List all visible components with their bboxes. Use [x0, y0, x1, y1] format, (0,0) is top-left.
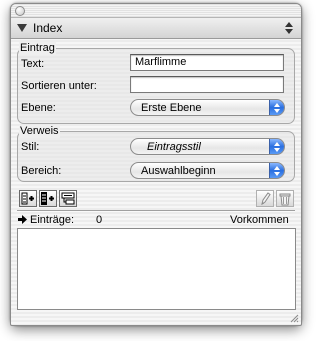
level-label: Ebene:: [21, 102, 56, 114]
tab-title: Index: [33, 21, 63, 35]
add-all-entries-icon: [41, 192, 54, 205]
edit-entry-button[interactable]: [256, 190, 274, 207]
entries-count: 0: [96, 214, 103, 226]
eintrag-group: Eintrag Text: Marflimme Sortieren unter:…: [17, 42, 295, 124]
palette-titlebar[interactable]: [11, 4, 301, 18]
sort-field[interactable]: [130, 76, 284, 93]
eintrag-group-title: Eintrag: [19, 42, 56, 55]
add-entry-icon: [21, 192, 34, 205]
disclosure-triangle-icon[interactable]: [17, 24, 27, 32]
find-entry-icon: [61, 192, 75, 205]
range-label: Bereich:: [21, 165, 62, 177]
text-label: Text:: [21, 58, 45, 70]
popup-arrows-icon: [269, 100, 284, 115]
style-popup-value: Eintragsstil: [147, 141, 201, 153]
add-all-entries-button[interactable]: [39, 190, 57, 207]
entries-list[interactable]: [17, 228, 296, 310]
delete-entry-button[interactable]: [276, 190, 294, 207]
level-popup[interactable]: Erste Ebene: [130, 99, 285, 116]
add-entry-button[interactable]: [19, 190, 37, 207]
style-label: Stil:: [21, 141, 40, 153]
index-tab[interactable]: Index: [11, 18, 301, 39]
range-popup-value: Auswahlbeginn: [141, 165, 216, 177]
palette-menu-icon[interactable]: [285, 21, 293, 35]
style-popup[interactable]: Eintragsstil: [130, 138, 285, 155]
range-popup[interactable]: Auswahlbeginn: [130, 162, 285, 179]
trash-icon: [279, 193, 291, 206]
toolbar-separator: [17, 210, 295, 212]
resize-grip-icon[interactable]: [289, 313, 299, 323]
edit-pencil-icon: [261, 192, 271, 206]
text-field[interactable]: Marflimme: [130, 54, 284, 71]
popup-arrows-icon: [269, 139, 284, 154]
popup-arrows-icon: [269, 163, 284, 178]
entries-label: Einträge:: [30, 214, 75, 226]
sort-label: Sortieren unter:: [21, 80, 97, 92]
arrow-right-icon: [18, 215, 27, 224]
level-popup-value: Erste Ebene: [141, 102, 202, 114]
occurrences-label: Vorkommen: [230, 214, 289, 226]
verweis-group-title: Verweis: [19, 125, 60, 138]
index-palette: Index Eintrag Text: Marflimme Sortieren …: [10, 3, 302, 326]
verweis-group: Verweis Stil: Eintragsstil Bereich: Ausw…: [17, 125, 295, 182]
close-button[interactable]: [15, 6, 25, 16]
find-entry-button[interactable]: [59, 190, 77, 207]
